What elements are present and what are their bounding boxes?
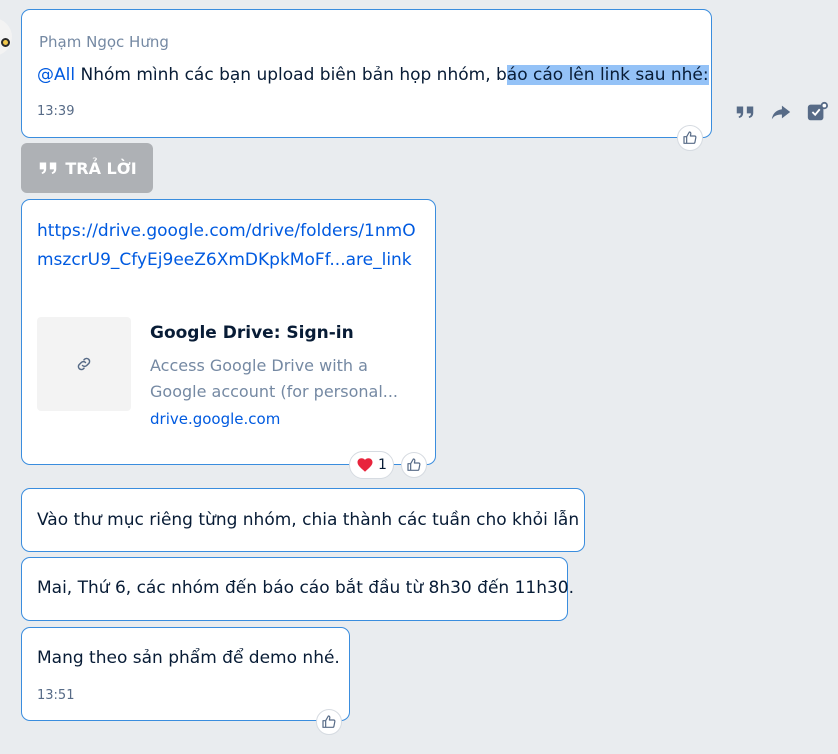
reaction-heart-chip[interactable]: 1 — [349, 451, 394, 479]
task-icon[interactable] — [806, 101, 828, 123]
message-time: 13:51 — [37, 688, 75, 703]
message-text: Vào thư mục riêng từng nhóm, chia thành … — [37, 510, 580, 530]
like-button-5[interactable] — [316, 709, 342, 735]
link-preview-desc-line2: Google account (for personal... — [150, 382, 399, 401]
reaction-count: 1 — [378, 457, 387, 473]
link-preview-thumbnail[interactable] — [37, 317, 131, 411]
quote-icon — [40, 162, 57, 174]
heart-icon — [357, 458, 373, 472]
message-text: Mang theo sản phẩm để demo nhé. — [37, 648, 340, 668]
message-text: @All Nhóm mình các bạn upload biên bản h… — [37, 63, 709, 87]
link-preview-description: Access Google Drive with a Google accoun… — [150, 353, 405, 405]
shared-link[interactable]: https://drive.google.com/drive/folders/1… — [37, 217, 417, 274]
mention-all[interactable]: @All — [37, 65, 75, 85]
message-bubble-2[interactable]: https://drive.google.com/drive/folders/1… — [21, 199, 436, 465]
message-text: Mai, Thứ 6, các nhóm đến báo cáo bắt đầu… — [37, 578, 575, 598]
reply-button[interactable]: TRẢ LỜI — [21, 143, 153, 193]
message-bubble-5[interactable]: Mang theo sản phẩm để demo nhé. 13:51 — [21, 627, 350, 721]
message-bubble-4[interactable]: Mai, Thứ 6, các nhóm đến báo cáo bắt đầu… — [21, 557, 574, 621]
message-bubble-3[interactable]: Vào thư mục riêng từng nhóm, chia thành … — [21, 488, 585, 552]
link-preview-title[interactable]: Google Drive: Sign-in — [150, 323, 354, 343]
link-icon — [77, 357, 91, 371]
link-preview-domain[interactable]: drive.google.com — [150, 410, 280, 428]
reply-button-label: TRẢ LỜI — [65, 158, 137, 178]
message-time: 13:39 — [37, 104, 75, 119]
message-toolbar — [728, 96, 838, 128]
quote-icon[interactable] — [734, 101, 756, 123]
thumbs-up-icon — [322, 715, 336, 728]
message-text-plain: Nhóm mình các bạn upload biên bản họp nh… — [75, 65, 507, 85]
like-button-2[interactable] — [401, 452, 427, 478]
link-preview-desc-line1: Access Google Drive with a — [150, 356, 368, 375]
avatar-eye-decor — [1, 38, 10, 47]
sender-name[interactable]: Phạm Ngọc Hưng — [39, 33, 169, 51]
avatar[interactable] — [0, 18, 12, 56]
message-text-selected: áo cáo lên link sau nhé: — [506, 65, 709, 85]
thumbs-up-icon — [683, 131, 697, 144]
forward-icon[interactable] — [770, 101, 792, 123]
like-button-1[interactable] — [677, 125, 703, 151]
thumbs-up-icon — [407, 458, 421, 471]
message-bubble-1[interactable]: Phạm Ngọc Hưng @All Nhóm mình các bạn up… — [21, 9, 712, 138]
